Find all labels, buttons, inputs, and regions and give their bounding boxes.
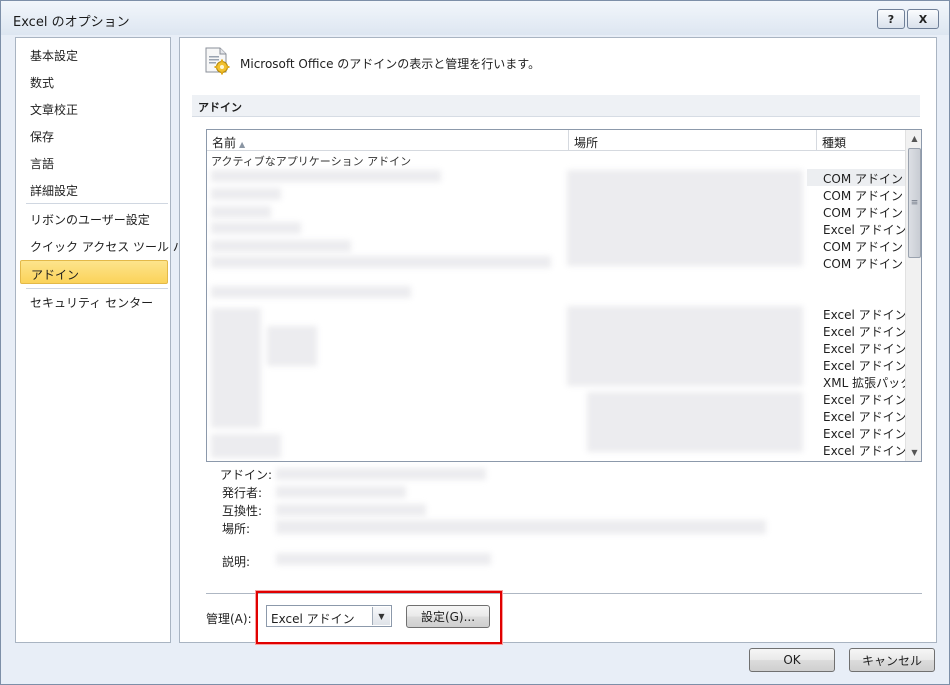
- nav-item-addins[interactable]: アドイン: [20, 260, 168, 284]
- nav-item-advanced[interactable]: 詳細設定: [20, 177, 168, 201]
- nav-item-language[interactable]: 言語: [20, 150, 168, 174]
- redacted-name: [211, 188, 281, 200]
- manage-label: 管理(A):: [206, 612, 252, 626]
- list-header: 名前 ▲ 場所 種類: [207, 130, 905, 151]
- list-item-type: COM アドイン: [823, 257, 903, 271]
- list-item-type: Excel アドイン: [823, 359, 907, 373]
- close-button[interactable]: X: [907, 9, 939, 29]
- sort-ascending-icon: ▲: [239, 140, 246, 149]
- redacted-detail: [276, 553, 491, 565]
- help-button[interactable]: ?: [877, 9, 905, 29]
- detail-publisher-label: 発行者:: [222, 486, 263, 500]
- ok-button[interactable]: OK: [749, 648, 835, 672]
- column-type[interactable]: 種類: [817, 130, 905, 150]
- redacted-name: [267, 326, 317, 366]
- nav-divider: [26, 203, 168, 204]
- redacted-name: [211, 308, 261, 428]
- nav-item-proofing[interactable]: 文章校正: [20, 96, 168, 120]
- redacted-detail: [276, 468, 486, 480]
- section-title: アドイン: [198, 101, 242, 114]
- list-item-type: Excel アドイン: [823, 427, 907, 441]
- column-location[interactable]: 場所: [569, 130, 817, 150]
- addins-list[interactable]: 名前 ▲ 場所 種類 アクティブなアプリケーション アドイン COM アドイン …: [206, 129, 922, 462]
- nav-item-quick-access-toolbar[interactable]: クイック アクセス ツール バー: [20, 233, 197, 257]
- list-item-type: COM アドイン: [823, 189, 903, 203]
- redacted-name: [211, 222, 301, 234]
- detail-description-label: 説明:: [222, 555, 251, 569]
- list-item-type: Excel アドイン: [823, 223, 907, 237]
- list-item-type: XML 拡張パック: [823, 376, 913, 390]
- close-icon: X: [918, 12, 928, 26]
- detail-addin-label: アドイン:: [220, 468, 273, 482]
- redacted-name: [211, 256, 551, 268]
- help-icon: ?: [887, 12, 895, 26]
- list-item-type: Excel アドイン: [823, 308, 907, 322]
- list-item-type: COM アドイン: [823, 172, 903, 186]
- scroll-down-icon[interactable]: ▼: [906, 444, 921, 461]
- redacted-name: [211, 240, 351, 252]
- nav-item-trust-center[interactable]: セキュリティ センター: [20, 289, 168, 313]
- column-location-label: 場所: [574, 136, 599, 150]
- redacted-location: [587, 392, 803, 452]
- nav-item-customize-ribbon[interactable]: リボンのユーザー設定: [20, 206, 168, 230]
- group-header-active: アクティブなアプリケーション アドイン: [211, 155, 412, 168]
- nav-item-save[interactable]: 保存: [20, 123, 168, 147]
- detail-compatibility-label: 互換性:: [222, 504, 263, 518]
- addin-gear-icon: [205, 47, 230, 75]
- scroll-thumb[interactable]: ≡: [908, 148, 921, 258]
- redacted-location: [567, 306, 803, 386]
- list-item-type: Excel アドイン: [823, 444, 907, 458]
- list-item-type: Excel アドイン: [823, 393, 907, 407]
- scroll-up-icon[interactable]: ▲: [906, 130, 921, 147]
- addins-panel: Microsoft Office のアドインの表示と管理を行います。 アドイン …: [179, 37, 937, 643]
- column-name[interactable]: 名前 ▲: [207, 130, 569, 150]
- redacted-detail: [276, 486, 406, 498]
- excel-options-dialog: Excel のオプション ? X 基本設定 数式 文章校正 保存 言語 詳細設定…: [0, 0, 950, 685]
- redacted-name: [211, 206, 271, 218]
- redacted-location: [567, 170, 803, 266]
- nav-item-basic[interactable]: 基本設定: [20, 42, 168, 66]
- redacted-detail: [276, 504, 426, 516]
- redacted-group: [211, 286, 411, 298]
- list-item-type: COM アドイン: [823, 240, 903, 254]
- detail-location-label: 場所:: [222, 522, 251, 536]
- column-type-label: 種類: [822, 136, 847, 150]
- column-name-label: 名前: [212, 136, 237, 150]
- list-item-type: Excel アドイン: [823, 342, 907, 356]
- title-bar: Excel のオプション ? X: [1, 1, 949, 35]
- category-nav: 基本設定 数式 文章校正 保存 言語 詳細設定 リボンのユーザー設定 クイック …: [15, 37, 197, 643]
- list-item-type: Excel アドイン: [823, 410, 907, 424]
- redacted-name: [211, 170, 441, 182]
- list-scrollbar[interactable]: ▲ ≡ ▼: [905, 130, 921, 461]
- redacted-detail: [276, 520, 766, 534]
- header-description: Microsoft Office のアドインの表示と管理を行います。: [240, 57, 541, 71]
- window-title: Excel のオプション: [13, 15, 130, 30]
- list-item-type: COM アドイン: [823, 206, 903, 220]
- list-item-type: Excel アドイン: [823, 325, 907, 339]
- annotation-highlight: [256, 591, 502, 644]
- section-header: アドイン: [192, 95, 920, 117]
- redacted-name: [211, 434, 281, 458]
- grip-icon: ≡: [910, 198, 919, 208]
- cancel-button[interactable]: キャンセル: [849, 648, 935, 672]
- nav-item-formulas[interactable]: 数式: [20, 69, 168, 93]
